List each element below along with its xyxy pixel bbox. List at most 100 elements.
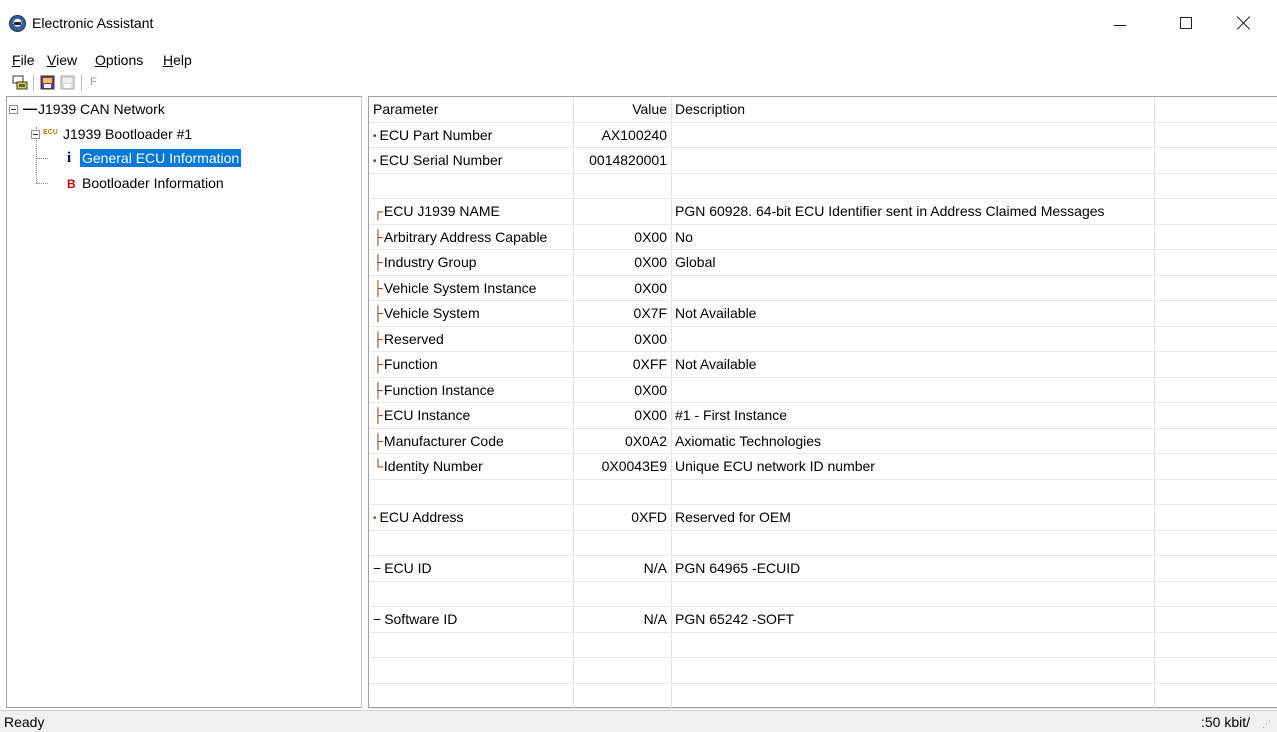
cell-parameter xyxy=(373,658,573,683)
table-row[interactable]: − Software ID N/A PGN 65242 -SOFT xyxy=(369,607,1277,633)
parameter-label: Industry Group xyxy=(383,254,477,270)
parameter-label: Manufacturer Code xyxy=(383,432,504,449)
tree-branch-icon: ├ xyxy=(373,432,383,449)
close-button[interactable] xyxy=(1221,0,1267,46)
cell-description: PGN 64965 -ECUID xyxy=(675,560,801,576)
table-row[interactable] xyxy=(369,531,1277,556)
table-row[interactable]: • ECU Serial Number 0014820001 xyxy=(369,148,1277,174)
table-row[interactable] xyxy=(369,480,1277,505)
cell-description xyxy=(675,276,1155,301)
parameter-label: ECU J1939 NAME xyxy=(383,203,500,219)
table-row[interactable]: ├Industry Group 0X00 Global xyxy=(369,250,1277,276)
cell-description: Reserved for OEM xyxy=(675,509,791,525)
title-bar: Electronic Assistant xyxy=(0,0,1277,46)
cell-value: 0X00 xyxy=(634,330,667,347)
open-file-button[interactable] xyxy=(39,74,56,91)
tree-item-label: Bootloader Information xyxy=(82,175,224,191)
connect-can-button[interactable] xyxy=(12,74,29,91)
tree-branch-icon: ├ xyxy=(373,330,383,347)
cell-description: PGN 65242 -SOFT xyxy=(675,611,795,627)
collapse-icon[interactable] xyxy=(31,130,40,139)
cell-parameter: ├Function Instance xyxy=(373,378,573,403)
menu-options-label: ptions xyxy=(105,52,144,68)
dash-icon: − xyxy=(373,560,382,576)
toolbar: F xyxy=(0,72,1277,94)
cell-parameter: − ECU ID xyxy=(373,556,573,581)
resize-grip-icon[interactable]: ⋰ xyxy=(1262,719,1271,730)
table-row[interactable]: ┌ECU J1939 NAME PGN 60928. 64-bit ECU Ide… xyxy=(369,199,1277,225)
header-value[interactable]: Value xyxy=(573,97,669,122)
table-row[interactable]: − ECU ID N/A PGN 64965 -ECUID xyxy=(369,556,1277,582)
parameter-label: ECU Serial Number xyxy=(379,152,503,168)
toolbar-separator xyxy=(81,75,82,91)
cell-parameter: • ECU Serial Number xyxy=(373,148,573,173)
table-row[interactable]: • ECU Address 0XFD Reserved for OEM xyxy=(369,505,1277,531)
table-row[interactable]: ├Vehicle System 0X7F Not Available xyxy=(369,301,1277,327)
table-row[interactable] xyxy=(369,633,1277,658)
collapse-icon[interactable] xyxy=(9,105,18,114)
cell-parameter: ├Function xyxy=(373,352,573,377)
header-description[interactable]: Description xyxy=(675,97,1155,122)
menu-help-mnemonic: H xyxy=(163,52,174,68)
table-row[interactable]: ├Reserved 0X00 xyxy=(369,327,1277,352)
menu-file[interactable]: File xyxy=(12,52,35,68)
cell-description: Not Available xyxy=(675,305,757,321)
cell-value: AX100240 xyxy=(601,126,667,143)
cell-description xyxy=(675,174,1155,199)
cell-value: 0XFD xyxy=(631,509,667,525)
parameter-label: Function xyxy=(383,356,438,372)
menu-file-mnemonic: F xyxy=(12,52,21,68)
cell-value: 0X0A2 xyxy=(624,432,667,449)
table-row[interactable]: ├Manufacturer Code 0X0A2 Axiomatic Technol… xyxy=(369,429,1277,454)
cell-value xyxy=(573,480,669,505)
table-row[interactable] xyxy=(369,174,1277,199)
cell-description: Not Available xyxy=(675,356,757,372)
cell-value: 0X7F xyxy=(633,305,667,321)
cell-parameter: ┌ECU J1939 NAME xyxy=(373,199,573,224)
cell-value: N/A xyxy=(643,560,667,576)
menu-view[interactable]: View xyxy=(47,52,77,68)
tree-branch-icon: ├ xyxy=(373,228,383,245)
table-row[interactable]: └Identity Number 0X0043E9 Unique ECU netwo… xyxy=(369,454,1277,480)
toolbar-f-button[interactable]: F xyxy=(90,76,97,88)
tree-branch-icon: ├ xyxy=(373,279,383,296)
menu-help[interactable]: Help xyxy=(163,52,192,68)
cell-value: 0X00 xyxy=(634,407,667,423)
toolbar-separator xyxy=(33,75,34,91)
save-file-button[interactable] xyxy=(59,74,76,91)
cell-value xyxy=(573,684,669,709)
table-row[interactable]: • ECU Part Number AX100240 xyxy=(369,123,1277,148)
cell-value: 0XFF xyxy=(632,356,667,372)
info-icon: i xyxy=(67,150,72,166)
table-row[interactable] xyxy=(369,684,1277,709)
tree-connector xyxy=(36,183,48,184)
table-row[interactable] xyxy=(369,582,1277,607)
cell-parameter: └Identity Number xyxy=(373,454,573,479)
cell-parameter xyxy=(373,174,573,199)
table-row[interactable]: ├Vehicle System Instance 0X00 xyxy=(369,276,1277,301)
cell-parameter: ├Arbitrary Address Capable xyxy=(373,225,573,250)
bullet-icon: • xyxy=(373,156,377,167)
menu-options[interactable]: Options xyxy=(95,52,143,68)
cell-description: PGN 60928. 64-bit ECU Identifier sent in… xyxy=(675,203,1105,219)
table-row[interactable]: ├Arbitrary Address Capable 0X00 No xyxy=(369,225,1277,250)
cell-parameter xyxy=(373,582,573,607)
tree-branch-icon: ┌ xyxy=(373,203,383,219)
cell-parameter: − Software ID xyxy=(373,607,573,632)
tree-branch-icon: ├ xyxy=(373,381,383,398)
bullet-icon: • xyxy=(373,130,377,142)
menu-view-mnemonic: V xyxy=(47,52,57,68)
menu-bar: File View Options Help xyxy=(0,50,1277,72)
table-row[interactable]: ├Function Instance 0X00 xyxy=(369,378,1277,403)
minimize-button[interactable] xyxy=(1097,0,1143,46)
table-row[interactable]: ├ECU Instance 0X00 #1 - First Instance xyxy=(369,403,1277,429)
table-row[interactable]: ├Function 0XFF Not Available xyxy=(369,352,1277,378)
cell-parameter: • ECU Part Number xyxy=(373,123,573,148)
ecu-icon: ECU xyxy=(43,129,58,136)
minimize-icon xyxy=(1114,24,1126,26)
parameter-label: Arbitrary Address Capable xyxy=(383,228,548,245)
table-row[interactable] xyxy=(369,658,1277,684)
maximize-button[interactable] xyxy=(1163,0,1209,46)
cell-value: 0X00 xyxy=(634,254,667,270)
header-parameter[interactable]: Parameter xyxy=(373,97,573,122)
